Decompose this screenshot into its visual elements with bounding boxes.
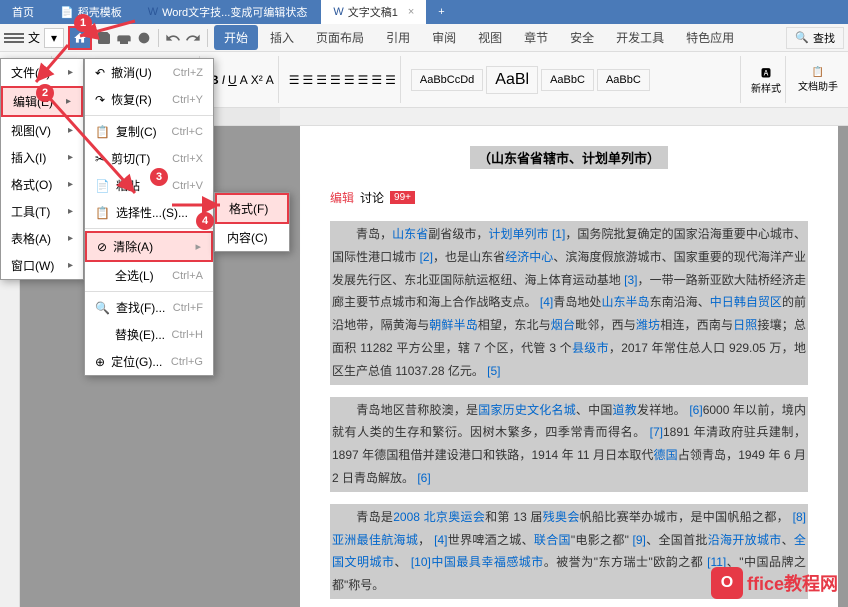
ribbon-reference[interactable]: 引用 (376, 25, 420, 50)
submenu-find[interactable]: 🔍查找(F)...Ctrl+F (85, 294, 213, 321)
undo-sub-icon: ↶ (95, 66, 105, 80)
doc-title: （山东省省辖市、计划单列市） (470, 146, 668, 169)
clear-content[interactable]: 内容(C) (215, 224, 289, 251)
ribbon-section[interactable]: 章节 (514, 25, 558, 50)
new-style-btn[interactable]: 🅰 新样式 (751, 65, 781, 95)
style-1[interactable]: AaBbCcDd (411, 69, 483, 91)
highlight-icon[interactable]: A (266, 73, 274, 87)
submenu-select-all[interactable]: 全选(L)Ctrl+A (85, 262, 213, 289)
ribbon-security[interactable]: 安全 (560, 25, 604, 50)
badge-4: 4 (196, 212, 214, 230)
redo-sub-icon: ↷ (95, 93, 105, 107)
align-right-icon[interactable]: ☰ (371, 73, 382, 87)
hamburger-icon[interactable] (4, 28, 24, 48)
discuss-link[interactable]: 讨论 (360, 189, 384, 206)
menu-tools[interactable]: 工具(T)▸ (1, 198, 83, 225)
paste-sub-icon: 📄 (95, 179, 110, 193)
align-left-icon[interactable]: ☰ (344, 73, 355, 87)
clear-submenu: 格式(F) 内容(C) (214, 192, 290, 252)
menu-file[interactable]: 文件(F)▸ (1, 59, 83, 86)
justify-icon[interactable]: ☰ (385, 73, 396, 87)
undo-icon[interactable] (165, 30, 181, 46)
ribbon-view[interactable]: 视图 (468, 25, 512, 50)
style-3[interactable]: AaBbC (541, 69, 594, 91)
submenu-clear[interactable]: ⊘清除(A)▸ (85, 231, 213, 262)
home-icon (73, 31, 87, 45)
menu-window[interactable]: 窗口(W)▸ (1, 252, 83, 279)
edit-submenu: ↶撤消(U)Ctrl+Z ↷恢复(R)Ctrl+Y 📋复制(C)Ctrl+C ✂… (84, 58, 214, 376)
submenu-replace[interactable]: 替换(E)...Ctrl+H (85, 321, 213, 348)
dropdown-btn[interactable]: ▾ (44, 28, 64, 48)
tab-home[interactable]: 首页 (0, 0, 46, 24)
submenu-paste[interactable]: 📄粘贴Ctrl+V (85, 172, 213, 199)
template-icon: 📄 (60, 6, 74, 19)
numbered-icon[interactable]: ☰ (303, 73, 314, 87)
ribbon-special[interactable]: 特色应用 (676, 25, 744, 50)
ribbon-insert[interactable]: 插入 (260, 25, 304, 50)
indent-right-icon[interactable]: ☰ (330, 73, 341, 87)
menu-view[interactable]: 视图(V)▸ (1, 117, 83, 144)
menu-format[interactable]: 格式(O)▸ (1, 171, 83, 198)
paragraph-2: 青岛地区昔称胶澳，是国家历史文化名城、中国道教发祥地。 [6]6000 年以前，… (330, 397, 808, 492)
tab-add-icon[interactable]: + (428, 6, 454, 18)
clear-icon: ⊘ (97, 240, 107, 254)
submenu-cut[interactable]: ✂剪切(T)Ctrl+X (85, 145, 213, 172)
list-icon[interactable]: ☰ (289, 73, 300, 87)
paragraph-1: 青岛，山东省副省级市，计划单列市 [1]，国务院批复确定的国家沿海重要中心城市、… (330, 221, 808, 385)
copy-sub-icon: 📋 (95, 125, 110, 139)
badge: 99+ (390, 191, 415, 204)
ribbon-review[interactable]: 审阅 (422, 25, 466, 50)
search-box[interactable]: 🔍 查找 (786, 27, 844, 49)
tab-word-doc[interactable]: W Word文字技...变成可编辑状态 (136, 0, 320, 24)
underline-icon[interactable]: U (228, 73, 237, 87)
titlebar: 首页 📄 稻壳模板 W Word文字技...变成可编辑状态 W 文字文稿1 × … (0, 0, 848, 24)
assistant-btn[interactable]: 📋 文档助手 (792, 67, 844, 93)
align-center-icon[interactable]: ☰ (358, 73, 369, 87)
ribbon-tabs: 开始 插入 页面布局 引用 审阅 视图 章节 安全 开发工具 特色应用 (214, 25, 744, 50)
print-icon[interactable] (116, 30, 132, 46)
italic-icon[interactable]: I (222, 73, 225, 87)
cut-sub-icon: ✂ (95, 152, 105, 166)
save-icon[interactable] (96, 30, 112, 46)
badge-2: 2 (36, 84, 54, 102)
style-4[interactable]: AaBbC (597, 69, 650, 91)
ribbon-layout[interactable]: 页面布局 (306, 25, 374, 50)
quick-access: 文 ▾ 开始 插入 页面布局 引用 审阅 视图 章节 安全 开发工具 特色应用 … (0, 24, 848, 52)
edit-link[interactable]: 编辑 (330, 189, 354, 206)
chevron-down-icon: ▾ (51, 31, 57, 45)
ribbon-start[interactable]: 开始 (214, 25, 258, 50)
submenu-redo[interactable]: ↷恢复(R)Ctrl+Y (85, 86, 213, 113)
tab-current-doc[interactable]: W 文字文稿1 × (321, 0, 426, 24)
menu-insert[interactable]: 插入(I)▸ (1, 144, 83, 171)
text-label: 文 (28, 29, 40, 46)
page[interactable]: （山东省省辖市、计划单列市） 编辑 讨论 99+ 青岛，山东省副省级市，计划单列… (300, 126, 838, 607)
tab-close-icon[interactable]: × (408, 6, 414, 18)
watermark: O ffice教程网 (711, 567, 838, 599)
watermark-icon: O (711, 567, 743, 599)
badge-1: 1 (74, 14, 92, 32)
find-icon: 🔍 (95, 301, 110, 315)
doc-icon: W (333, 6, 343, 18)
submenu-copy[interactable]: 📋复制(C)Ctrl+C (85, 118, 213, 145)
submenu-select-paste[interactable]: 📋选择性...(S)... (85, 199, 213, 226)
strike-icon[interactable]: A (240, 73, 248, 87)
badge-3: 3 (150, 168, 168, 186)
ribbon-dev[interactable]: 开发工具 (606, 25, 674, 50)
preview-icon[interactable] (136, 30, 152, 46)
indent-left-icon[interactable]: ☰ (316, 73, 327, 87)
super-icon[interactable]: X² (251, 73, 263, 87)
style-2[interactable]: AaBl (486, 66, 538, 94)
edit-row: 编辑 讨论 99+ (330, 189, 808, 206)
menu-table[interactable]: 表格(A)▸ (1, 225, 83, 252)
search-icon: 🔍 (795, 31, 809, 44)
submenu-goto[interactable]: ⊕定位(G)...Ctrl+G (85, 348, 213, 375)
goto-icon: ⊕ (95, 355, 105, 369)
redo-icon[interactable] (185, 30, 201, 46)
selpaste-icon: 📋 (95, 206, 110, 220)
submenu-undo[interactable]: ↶撤消(U)Ctrl+Z (85, 59, 213, 86)
clear-format[interactable]: 格式(F) (215, 193, 289, 224)
word-icon: W (148, 6, 158, 18)
